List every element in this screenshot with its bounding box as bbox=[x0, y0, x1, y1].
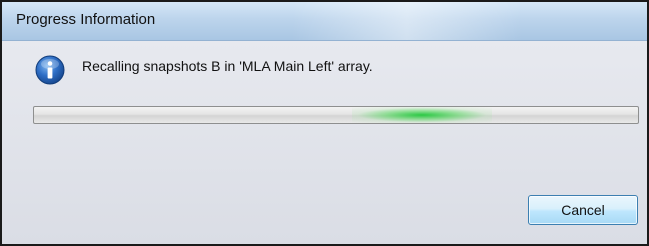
progress-bar bbox=[33, 106, 639, 124]
progress-indicator bbox=[352, 107, 492, 123]
title-bar[interactable]: Progress Information bbox=[2, 2, 647, 41]
window-title: Progress Information bbox=[16, 11, 156, 28]
info-icon bbox=[35, 55, 65, 85]
progress-message: Recalling snapshots B in 'MLA Main Left'… bbox=[82, 58, 373, 74]
progress-dialog: Progress Information Recalling snapshots… bbox=[0, 0, 649, 246]
cancel-button[interactable]: Cancel bbox=[528, 195, 638, 225]
